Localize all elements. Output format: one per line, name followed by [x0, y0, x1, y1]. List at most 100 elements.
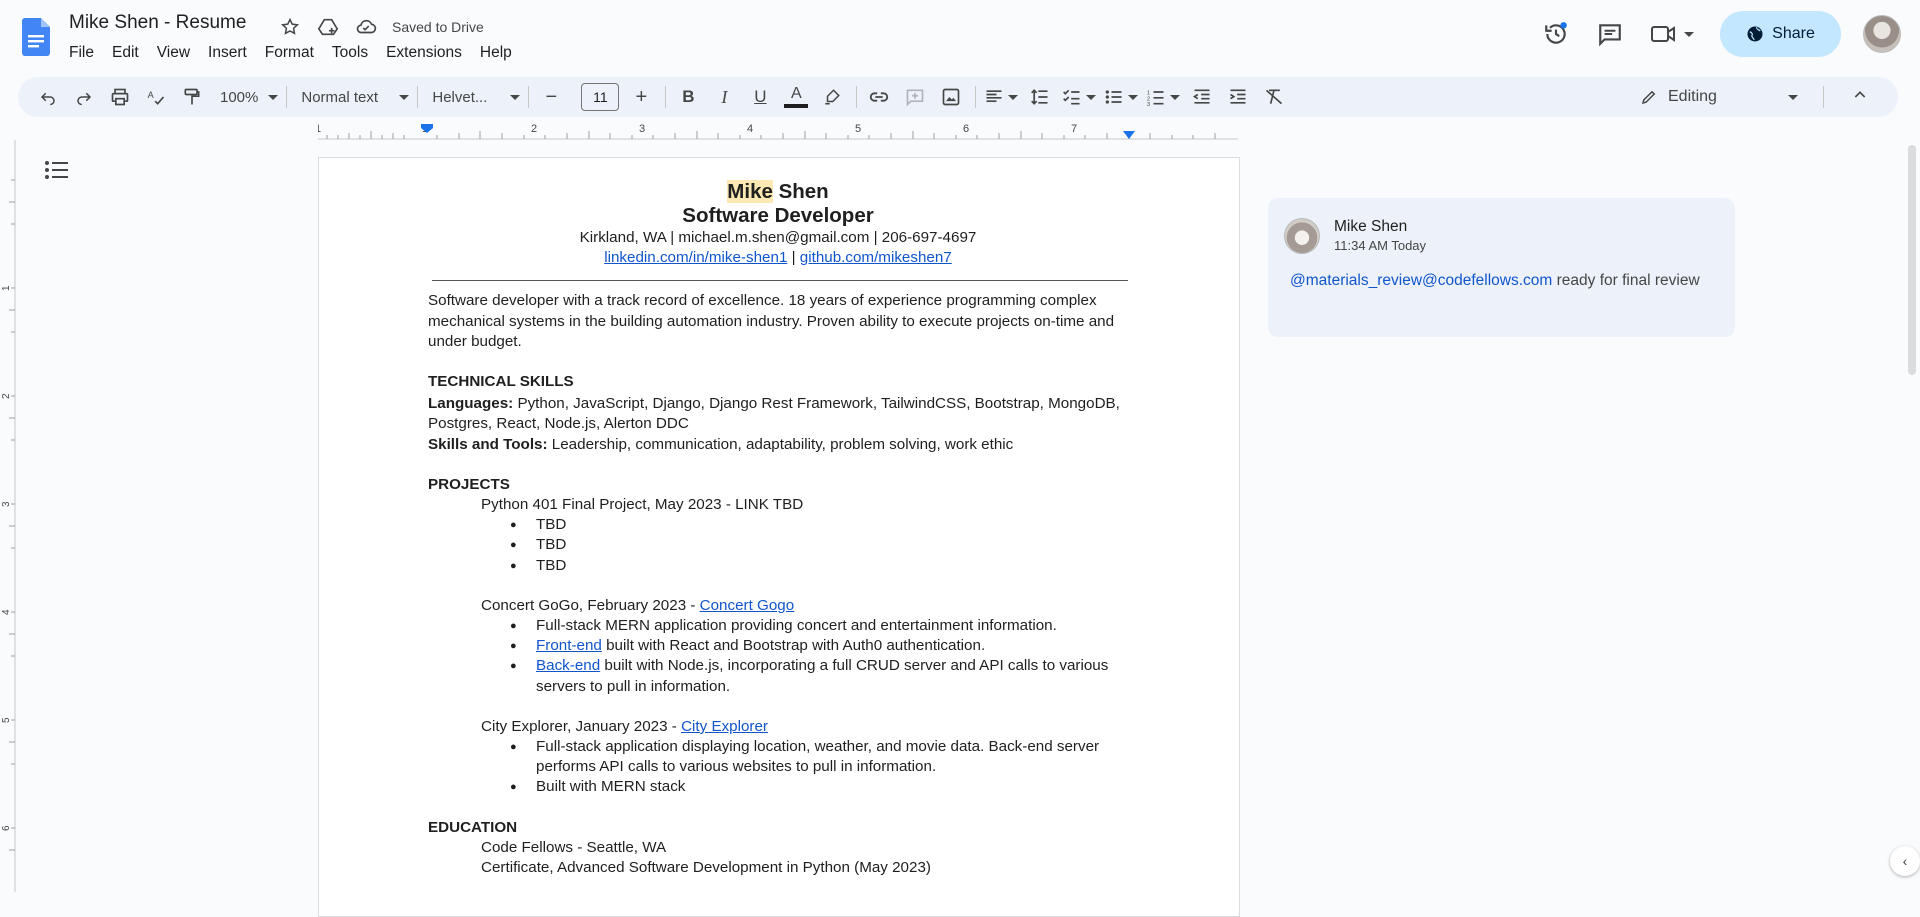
increase-indent-icon[interactable]	[1224, 82, 1252, 112]
collapse-menus-icon[interactable]	[1852, 87, 1868, 107]
insert-link-icon[interactable]	[865, 82, 893, 112]
ruler-label: 3	[639, 123, 645, 135]
comment-mention[interactable]: @materials_review@codefellows.com	[1290, 272, 1552, 289]
redo-icon[interactable]	[70, 82, 98, 112]
menu-view[interactable]: View	[148, 42, 199, 64]
menu-edit[interactable]: Edit	[103, 42, 148, 64]
bold-icon[interactable]: B	[674, 82, 702, 112]
numbered-list-icon[interactable]: 123	[1146, 82, 1181, 112]
toolbar-divider	[975, 86, 977, 108]
menu-tools[interactable]: Tools	[323, 42, 377, 64]
resume-contact: Kirkland, WA | michael.m.shen@gmail.com …	[579, 229, 977, 246]
resume-content[interactable]: Mike Shen Software Developer Kirkland, W…	[428, 180, 1128, 878]
side-panel-toggle-icon[interactable]: ‹	[1890, 846, 1920, 876]
ruler-label: 1	[318, 123, 321, 135]
vertical-ruler[interactable]: 1 2 3 4 5 6	[0, 140, 16, 892]
toolbar-divider	[856, 86, 858, 108]
font-size-input[interactable]: 11	[581, 83, 620, 111]
chevron-down-icon	[399, 94, 410, 100]
underline-icon[interactable]: U	[746, 82, 774, 112]
move-to-drive-icon[interactable]	[314, 13, 342, 41]
resume-name: Mike Shen	[727, 180, 829, 203]
document-page[interactable]: Mike Shen Software Developer Kirkland, W…	[318, 157, 1240, 917]
text-color-icon[interactable]: A	[782, 82, 810, 112]
svg-text:A: A	[148, 90, 155, 100]
menu-extensions[interactable]: Extensions	[377, 42, 471, 64]
menu-format[interactable]: Format	[256, 42, 323, 64]
clear-formatting-icon[interactable]	[1260, 82, 1288, 112]
education-heading: EDUCATION	[428, 818, 518, 836]
toolbar-divider	[528, 86, 530, 108]
globe-icon	[1747, 26, 1763, 42]
decrease-font-size-icon[interactable]: −	[537, 82, 565, 112]
resume-summary: Software developer with a track record o…	[428, 292, 1115, 350]
formatting-toolbar: A 100% Normal text Helvet... − 11 + B I …	[18, 77, 1898, 117]
editing-mode-select[interactable]: Editing	[1640, 88, 1798, 106]
version-history-icon[interactable]	[1536, 14, 1576, 54]
align-left-icon[interactable]	[984, 82, 1019, 112]
spellcheck-icon[interactable]: A	[142, 82, 170, 112]
paint-format-icon[interactable]	[178, 82, 206, 112]
document-outline-icon[interactable]	[44, 160, 70, 185]
italic-icon[interactable]: I	[710, 82, 738, 112]
paragraph-style-select[interactable]: Normal text	[295, 82, 415, 112]
comment-avatar	[1284, 218, 1320, 254]
highlight-color-icon[interactable]	[818, 82, 846, 112]
share-button[interactable]: Share	[1720, 11, 1841, 57]
github-link[interactable]: github.com/mikeshen7	[800, 249, 952, 266]
print-icon[interactable]	[106, 82, 134, 112]
top-bar: Mike Shen - Resume Saved to Drive File E…	[0, 0, 1920, 70]
concert-gogo-link[interactable]: Concert Gogo	[700, 597, 795, 614]
project-2-bullets: Full-stack MERN application providing co…	[428, 616, 1128, 697]
checklist-icon[interactable]	[1062, 82, 1097, 112]
insert-image-icon[interactable]	[937, 82, 965, 112]
vertical-scrollbar[interactable]	[1908, 145, 1916, 375]
horizontal-ruler[interactable]: 1 1 2 3 4 5 6 7	[318, 122, 1238, 140]
list-item: TBD	[510, 535, 1128, 555]
back-end-link[interactable]: Back-end	[536, 657, 600, 674]
toolbar-divider	[286, 86, 288, 108]
menu-help[interactable]: Help	[471, 42, 521, 64]
front-end-link[interactable]: Front-end	[536, 637, 602, 654]
cloud-saved-icon[interactable]	[352, 13, 380, 41]
add-comment-icon[interactable]	[901, 82, 929, 112]
meet-icon[interactable]	[1644, 14, 1700, 54]
comment-time: 11:34 AM Today	[1334, 238, 1427, 253]
right-indent-marker	[1123, 131, 1135, 139]
account-avatar[interactable]	[1863, 15, 1901, 53]
ruler-label: 6	[963, 123, 969, 135]
line-spacing-icon[interactable]	[1026, 82, 1054, 112]
menu-bar: File Edit View Insert Format Tools Exten…	[60, 42, 521, 64]
document-title[interactable]: Mike Shen - Resume	[69, 12, 246, 34]
list-item: Front-end built with React and Bootstrap…	[510, 636, 1128, 656]
comment-card[interactable]: Mike Shen 11:34 AM Today @materials_revi…	[1268, 198, 1735, 337]
list-item: Full-stack MERN application providing co…	[510, 616, 1128, 636]
education-certificate: Certificate, Advanced Software Developme…	[481, 859, 931, 877]
project-1-bullets: TBD TBD TBD	[428, 515, 1128, 576]
docs-logo-icon[interactable]	[22, 18, 50, 56]
city-explorer-link[interactable]: City Explorer	[681, 718, 768, 735]
ruler-label: 4	[747, 123, 753, 135]
vruler-label: 2	[1, 393, 12, 399]
bulleted-list-icon[interactable]	[1104, 82, 1139, 112]
project-3-title: City Explorer, January 2023 - City Explo…	[481, 717, 768, 735]
chevron-down-icon	[1788, 94, 1798, 100]
list-item: TBD	[510, 515, 1128, 535]
list-item: Back-end built with Node.js, incorporati…	[510, 656, 1128, 696]
list-item: TBD	[510, 556, 1128, 576]
menu-file[interactable]: File	[60, 42, 103, 64]
zoom-select[interactable]: 100%	[214, 82, 284, 112]
vruler-label: 6	[1, 825, 12, 831]
font-select[interactable]: Helvet...	[426, 82, 526, 112]
undo-icon[interactable]	[34, 82, 62, 112]
horizontal-rule	[432, 280, 1128, 282]
menu-insert[interactable]: Insert	[199, 42, 256, 64]
comments-icon[interactable]	[1590, 14, 1630, 54]
linkedin-link[interactable]: linkedin.com/in/mike-shen1	[604, 249, 787, 266]
star-icon[interactable]	[276, 13, 304, 41]
chevron-down-icon	[510, 94, 521, 100]
list-item: Full-stack application displaying locati…	[510, 737, 1128, 777]
decrease-indent-icon[interactable]	[1188, 82, 1216, 112]
skills-heading: TECHNICAL SKILLS	[428, 373, 574, 391]
increase-font-size-icon[interactable]: +	[627, 82, 655, 112]
